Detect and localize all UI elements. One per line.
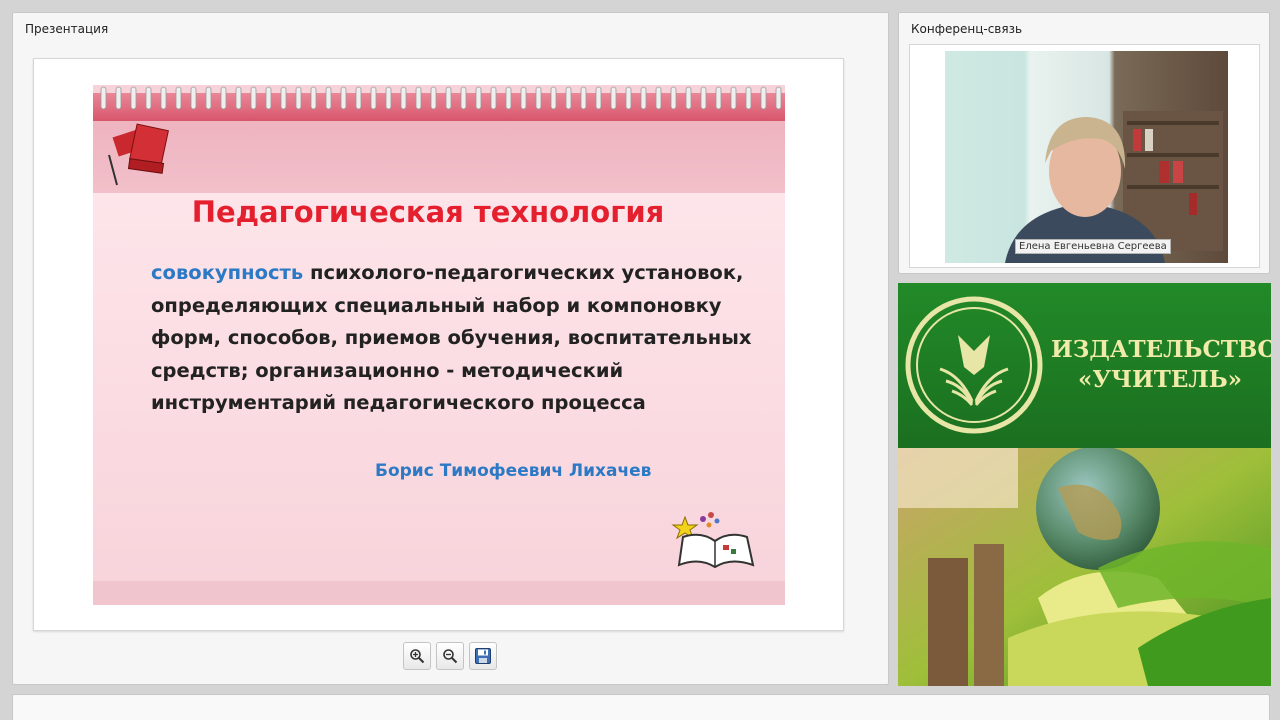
calendar-ring xyxy=(160,86,167,110)
slide-header-band xyxy=(93,121,785,193)
calendar-ring xyxy=(715,86,722,110)
video-frame: Елена Евгеньевна Сергеева xyxy=(909,44,1260,268)
calendar-ring xyxy=(340,86,347,110)
books-icon xyxy=(108,123,169,186)
slide-viewport[interactable]: Педагогическая технология совокупность п… xyxy=(33,58,844,631)
calendar-ring xyxy=(130,86,137,110)
calendar-ring xyxy=(370,86,377,110)
calendar-ring xyxy=(655,86,662,110)
calendar-ring xyxy=(760,86,767,110)
publisher-name-line2: «УЧИТЕЛЬ» xyxy=(1077,366,1243,393)
calendar-ring xyxy=(175,86,182,110)
calendar-ring xyxy=(250,86,257,110)
slide-definition: совокупность психолого-педагогических ус… xyxy=(151,257,761,420)
calendar-ring xyxy=(640,86,647,110)
calendar-ring xyxy=(415,86,422,110)
publisher-name: ИЗДАТЕЛЬСТВО «УЧИТЕЛЬ» xyxy=(1051,335,1271,395)
zoom-in-button[interactable] xyxy=(403,642,431,670)
calendar-ring xyxy=(610,86,617,110)
slide-author: Борис Тимофеевич Лихачев xyxy=(375,461,652,481)
calendar-ring xyxy=(595,86,602,110)
calendar-rings-decoration xyxy=(100,86,782,110)
publisher-banner-header: ИЗДАТЕЛЬСТВО «УЧИТЕЛЬ» xyxy=(898,283,1271,448)
calendar-ring xyxy=(445,86,452,110)
calendar-ring xyxy=(565,86,572,110)
open-book-icon xyxy=(671,512,755,569)
calendar-ring xyxy=(520,86,527,110)
calendar-ring xyxy=(235,86,242,110)
calendar-ring xyxy=(670,86,677,110)
calendar-ring xyxy=(220,86,227,110)
calendar-ring xyxy=(325,86,332,110)
presentation-panel-title: Презентация xyxy=(25,22,109,36)
save-icon xyxy=(475,648,491,664)
conference-panel: Конференц-связь Елена Евгеньевна Сергеев… xyxy=(898,12,1270,274)
calendar-ring xyxy=(775,86,782,110)
calendar-ring xyxy=(115,86,122,110)
calendar-ring xyxy=(145,86,152,110)
definition-keyword: совокупность xyxy=(151,261,304,284)
publisher-banner[interactable]: ИЗДАТЕЛЬСТВО «УЧИТЕЛЬ» xyxy=(898,283,1271,686)
calendar-ring xyxy=(460,86,467,110)
calendar-ring xyxy=(265,86,272,110)
calendar-ring xyxy=(700,86,707,110)
calendar-ring xyxy=(730,86,737,110)
calendar-ring xyxy=(535,86,542,110)
calendar-ring xyxy=(550,86,557,110)
publisher-banner-image xyxy=(898,446,1271,686)
calendar-ring xyxy=(625,86,632,110)
calendar-ring xyxy=(385,86,392,110)
calendar-ring xyxy=(685,86,692,110)
zoom-out-button[interactable] xyxy=(436,642,464,670)
calendar-ring xyxy=(355,86,362,110)
calendar-ring xyxy=(475,86,482,110)
bottom-panel xyxy=(12,694,1270,720)
calendar-ring xyxy=(490,86,497,110)
calendar-ring xyxy=(580,86,587,110)
calendar-ring xyxy=(205,86,212,110)
calendar-ring xyxy=(400,86,407,110)
speaker-name-tag: Елена Евгеньевна Сергеева xyxy=(1015,239,1171,254)
slide: Педагогическая технология совокупность п… xyxy=(93,85,785,605)
calendar-ring xyxy=(310,86,317,110)
calendar-ring xyxy=(190,86,197,110)
slide-footer-band xyxy=(93,581,785,605)
save-button[interactable] xyxy=(469,642,497,670)
calendar-ring xyxy=(430,86,437,110)
calendar-ring xyxy=(280,86,287,110)
calendar-ring xyxy=(295,86,302,110)
calendar-ring xyxy=(100,86,107,110)
publisher-name-line1: ИЗДАТЕЛЬСТВО xyxy=(1051,336,1271,363)
zoom-controls xyxy=(403,642,497,670)
calendar-ring xyxy=(505,86,512,110)
zoom-out-icon xyxy=(443,649,458,664)
calendar-ring xyxy=(745,86,752,110)
slide-heading: Педагогическая технология xyxy=(191,195,665,229)
speaker-video[interactable]: Елена Евгеньевна Сергеева xyxy=(945,51,1228,263)
conference-panel-title: Конференц-связь xyxy=(911,22,1023,36)
books-globe-illustration xyxy=(898,446,1271,686)
presentation-panel: Презентация Педагогическая технология со… xyxy=(12,12,889,685)
publisher-logo-icon xyxy=(905,296,1043,434)
speaker-silhouette xyxy=(1005,111,1223,263)
zoom-in-icon xyxy=(410,649,425,664)
